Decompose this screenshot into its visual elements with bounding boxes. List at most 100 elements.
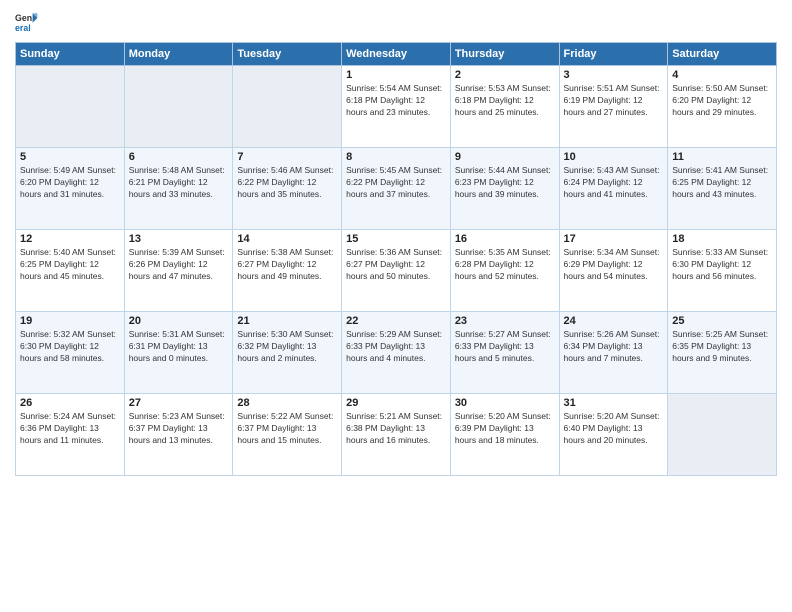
calendar-cell: 19Sunrise: 5:32 AM Sunset: 6:30 PM Dayli… [16,312,125,394]
day-number: 16 [455,233,555,245]
day-number: 21 [237,315,337,327]
calendar-cell: 7 Sunrise: 5:46 AM Sunset: 6:22 PM Daylig… [233,148,342,230]
calendar-cell [16,66,125,148]
calendar-cell [233,66,342,148]
calendar: SundayMondayTuesdayWednesdayThursdayFrid… [15,42,777,476]
svg-text:eral: eral [15,23,31,33]
calendar-cell: 18 Sunrise: 5:33 AM Sunset: 6:30 PM Dayli… [668,230,777,312]
day-number: 26 [20,397,120,409]
calendar-cell: 23Sunrise: 5:27 AM Sunset: 6:33 PM Dayli… [450,312,559,394]
calendar-cell [668,394,777,476]
weekday-header-wednesday: Wednesday [342,43,451,66]
calendar-week-5: 26Sunrise: 5:24 AM Sunset: 6:36 PM Dayli… [16,394,777,476]
day-number: 3 [564,69,664,81]
day-number: 7 [237,151,337,163]
day-info: Sunrise: 5:44 AM Sunset: 6:23 PM Dayligh… [455,165,555,201]
day-number: 19 [20,315,120,327]
day-info: Sunrise: 5:45 AM Sunset: 6:22 PM Dayligh… [346,165,446,201]
day-number: 29 [346,397,446,409]
calendar-cell: 6Sunrise: 5:48 AM Sunset: 6:21 PM Daylig… [124,148,233,230]
day-number: 6 [129,151,229,163]
day-number: 9 [455,151,555,163]
weekday-header-friday: Friday [559,43,668,66]
calendar-cell: 12 Sunrise: 5:40 AM Sunset: 6:25 PM Dayli… [16,230,125,312]
calendar-cell: 26Sunrise: 5:24 AM Sunset: 6:36 PM Dayli… [16,394,125,476]
day-info: Sunrise: 5:46 AM Sunset: 6:22 PM Dayligh… [237,165,337,201]
day-info: Sunrise: 5:41 AM Sunset: 6:25 PM Dayligh… [672,165,772,201]
calendar-week-3: 12 Sunrise: 5:40 AM Sunset: 6:25 PM Dayli… [16,230,777,312]
day-info: Sunrise: 5:20 AM Sunset: 6:39 PM Dayligh… [455,411,555,447]
day-info: Sunrise: 5:51 AM Sunset: 6:19 PM Dayligh… [564,83,664,119]
day-info: Sunrise: 5:31 AM Sunset: 6:31 PM Dayligh… [129,329,229,365]
calendar-cell: 24 Sunrise: 5:26 AM Sunset: 6:34 PM Dayli… [559,312,668,394]
day-number: 1 [346,69,446,81]
calendar-cell: 10 Sunrise: 5:43 AM Sunset: 6:24 PM Dayli… [559,148,668,230]
day-info: Sunrise: 5:25 AM Sunset: 6:35 PM Dayligh… [672,329,772,365]
day-info: Sunrise: 5:39 AM Sunset: 6:26 PM Dayligh… [129,247,229,283]
calendar-cell [124,66,233,148]
calendar-cell: 30 Sunrise: 5:20 AM Sunset: 6:39 PM Dayli… [450,394,559,476]
day-number: 5 [20,151,120,163]
calendar-cell: 25 Sunrise: 5:25 AM Sunset: 6:35 PM Dayli… [668,312,777,394]
weekday-header-tuesday: Tuesday [233,43,342,66]
day-number: 10 [564,151,664,163]
day-number: 13 [129,233,229,245]
calendar-cell: 15Sunrise: 5:36 AM Sunset: 6:27 PM Dayli… [342,230,451,312]
calendar-cell: 11 Sunrise: 5:41 AM Sunset: 6:25 PM Dayli… [668,148,777,230]
calendar-week-2: 5 Sunrise: 5:49 AM Sunset: 6:20 PM Daylig… [16,148,777,230]
day-number: 25 [672,315,772,327]
calendar-cell: 5 Sunrise: 5:49 AM Sunset: 6:20 PM Daylig… [16,148,125,230]
day-info: Sunrise: 5:29 AM Sunset: 6:33 PM Dayligh… [346,329,446,365]
day-number: 15 [346,233,446,245]
logo: Gen eral [15,10,41,34]
weekday-header-saturday: Saturday [668,43,777,66]
page-header: Gen eral [15,10,777,34]
weekday-header-thursday: Thursday [450,43,559,66]
calendar-cell: 4 Sunrise: 5:50 AM Sunset: 6:20 PM Daylig… [668,66,777,148]
day-info: Sunrise: 5:40 AM Sunset: 6:25 PM Dayligh… [20,247,120,283]
day-info: Sunrise: 5:20 AM Sunset: 6:40 PM Dayligh… [564,411,664,447]
calendar-week-1: 1 Sunrise: 5:54 AM Sunset: 6:18 PM Daylig… [16,66,777,148]
day-info: Sunrise: 5:22 AM Sunset: 6:37 PM Dayligh… [237,411,337,447]
calendar-cell: 13 Sunrise: 5:39 AM Sunset: 6:26 PM Dayli… [124,230,233,312]
day-info: Sunrise: 5:43 AM Sunset: 6:24 PM Dayligh… [564,165,664,201]
weekday-header-row: SundayMondayTuesdayWednesdayThursdayFrid… [16,43,777,66]
day-info: Sunrise: 5:23 AM Sunset: 6:37 PM Dayligh… [129,411,229,447]
day-number: 22 [346,315,446,327]
day-number: 27 [129,397,229,409]
day-number: 24 [564,315,664,327]
calendar-cell: 20Sunrise: 5:31 AM Sunset: 6:31 PM Dayli… [124,312,233,394]
calendar-cell: 16 Sunrise: 5:35 AM Sunset: 6:28 PM Dayli… [450,230,559,312]
weekday-header-monday: Monday [124,43,233,66]
day-number: 30 [455,397,555,409]
calendar-cell: 29 Sunrise: 5:21 AM Sunset: 6:38 PM Dayli… [342,394,451,476]
calendar-cell: 8 Sunrise: 5:45 AM Sunset: 6:22 PM Daylig… [342,148,451,230]
day-info: Sunrise: 5:34 AM Sunset: 6:29 PM Dayligh… [564,247,664,283]
day-number: 8 [346,151,446,163]
calendar-cell: 2Sunrise: 5:53 AM Sunset: 6:18 PM Daylig… [450,66,559,148]
day-info: Sunrise: 5:35 AM Sunset: 6:28 PM Dayligh… [455,247,555,283]
calendar-cell: 31Sunrise: 5:20 AM Sunset: 6:40 PM Dayli… [559,394,668,476]
day-number: 12 [20,233,120,245]
calendar-cell: 9 Sunrise: 5:44 AM Sunset: 6:23 PM Daylig… [450,148,559,230]
calendar-cell: 14Sunrise: 5:38 AM Sunset: 6:27 PM Dayli… [233,230,342,312]
day-info: Sunrise: 5:38 AM Sunset: 6:27 PM Dayligh… [237,247,337,283]
day-info: Sunrise: 5:49 AM Sunset: 6:20 PM Dayligh… [20,165,120,201]
day-info: Sunrise: 5:26 AM Sunset: 6:34 PM Dayligh… [564,329,664,365]
day-info: Sunrise: 5:53 AM Sunset: 6:18 PM Dayligh… [455,83,555,119]
day-info: Sunrise: 5:21 AM Sunset: 6:38 PM Dayligh… [346,411,446,447]
weekday-header-sunday: Sunday [16,43,125,66]
day-info: Sunrise: 5:54 AM Sunset: 6:18 PM Dayligh… [346,83,446,119]
day-number: 4 [672,69,772,81]
day-number: 28 [237,397,337,409]
day-info: Sunrise: 5:50 AM Sunset: 6:20 PM Dayligh… [672,83,772,119]
day-number: 11 [672,151,772,163]
calendar-cell: 21 Sunrise: 5:30 AM Sunset: 6:32 PM Dayli… [233,312,342,394]
calendar-cell: 27 Sunrise: 5:23 AM Sunset: 6:37 PM Dayli… [124,394,233,476]
day-info: Sunrise: 5:33 AM Sunset: 6:30 PM Dayligh… [672,247,772,283]
day-info: Sunrise: 5:30 AM Sunset: 6:32 PM Dayligh… [237,329,337,365]
calendar-cell: 22 Sunrise: 5:29 AM Sunset: 6:33 PM Dayli… [342,312,451,394]
day-number: 18 [672,233,772,245]
calendar-cell: 1 Sunrise: 5:54 AM Sunset: 6:18 PM Daylig… [342,66,451,148]
calendar-cell: 28 Sunrise: 5:22 AM Sunset: 6:37 PM Dayli… [233,394,342,476]
